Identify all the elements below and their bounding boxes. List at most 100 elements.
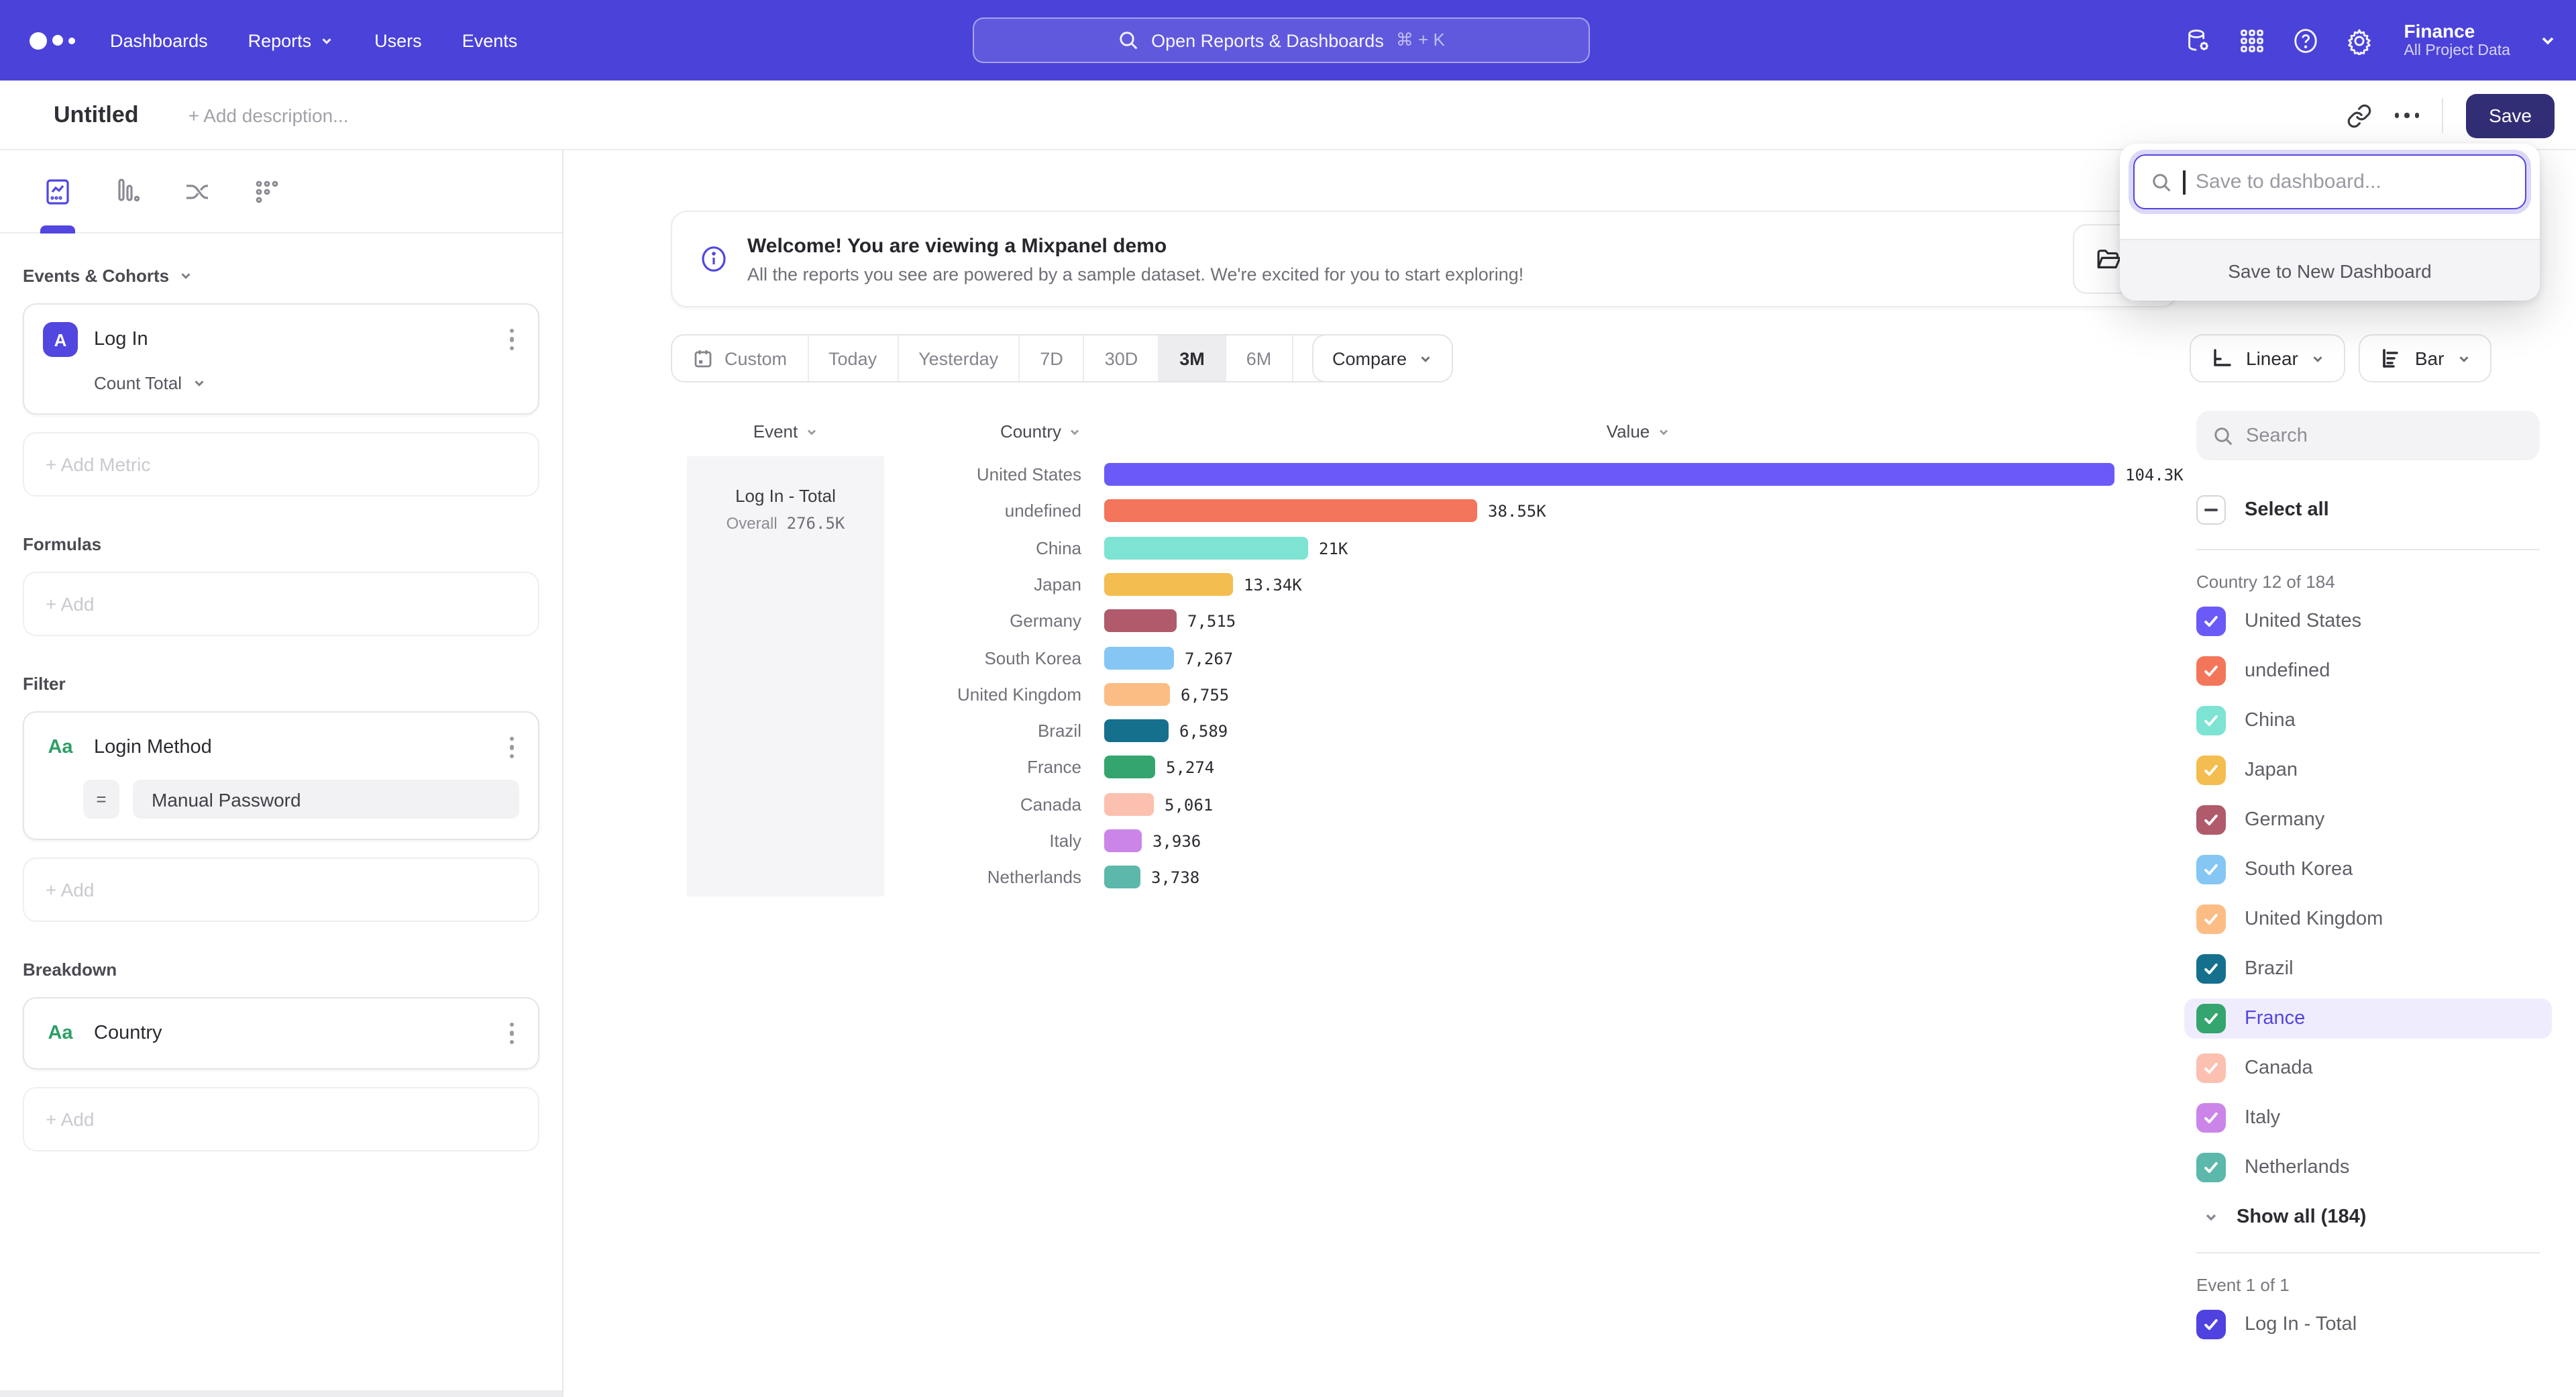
bar[interactable] (1104, 609, 1177, 632)
tab-retention[interactable] (252, 150, 282, 233)
bar[interactable] (1104, 573, 1233, 596)
range-custom[interactable]: Custom (672, 335, 808, 381)
legend-checkbox[interactable] (2196, 1103, 2226, 1133)
legend-item-united-kingdom[interactable]: United Kingdom (2184, 899, 2552, 939)
bar[interactable] (1104, 683, 1170, 706)
legend-checkbox[interactable] (2196, 1004, 2226, 1033)
range-30d[interactable]: 30D (1085, 335, 1160, 381)
save-button[interactable]: Save (2466, 93, 2555, 138)
filter-kebab-menu-icon[interactable] (504, 734, 519, 762)
apps-grid-icon[interactable] (2237, 26, 2265, 54)
bar[interactable] (1104, 500, 1477, 523)
legend-search-input[interactable]: Search (2196, 411, 2540, 460)
filter-card[interactable]: Aa Login Method = Manual Password (23, 711, 539, 840)
legend-checkbox[interactable] (2196, 904, 2226, 934)
scale-dropdown[interactable]: Linear (2190, 334, 2345, 382)
range-7d[interactable]: 7D (1020, 335, 1085, 381)
breakdown-property-name[interactable]: Country (94, 1023, 504, 1044)
add-description-field[interactable]: + Add description... (189, 104, 349, 125)
legend-checkbox[interactable] (2196, 855, 2226, 884)
formulas-label: Formulas (23, 534, 101, 554)
select-all-row[interactable]: Select all (2196, 495, 2540, 525)
nav-item-reports[interactable]: Reports (248, 30, 335, 50)
bar[interactable] (1104, 866, 1140, 889)
check-icon (2202, 761, 2220, 780)
copy-link-icon[interactable] (2346, 103, 2371, 128)
settings-gear-icon[interactable] (2345, 26, 2373, 54)
metric-card[interactable]: A Log In Count Total (23, 303, 539, 415)
metric-event-name[interactable]: Log In (94, 329, 504, 350)
legend-item-united-states[interactable]: United States (2184, 601, 2552, 641)
bar[interactable] (1104, 756, 1155, 779)
tab-flows[interactable] (182, 150, 212, 233)
help-icon[interactable] (2291, 26, 2319, 54)
mixpanel-logo-icon[interactable] (30, 32, 75, 49)
column-header-value[interactable]: Value (1504, 421, 1772, 442)
range-6m[interactable]: 6M (1226, 335, 1293, 381)
legend-checkbox[interactable] (2196, 805, 2226, 835)
legend-checkbox[interactable] (2196, 1310, 2226, 1339)
column-header-country[interactable]: Country (939, 421, 1081, 442)
tab-insights[interactable] (43, 150, 72, 233)
country-header-label: Country (1000, 421, 1061, 442)
save-dashboard-search-input[interactable]: Save to dashboard... (2133, 154, 2526, 209)
breakdown-kebab-menu-icon[interactable] (504, 1020, 519, 1047)
add-breakdown-button[interactable]: + Add (23, 1087, 539, 1151)
bar[interactable] (1104, 536, 1308, 559)
legend-item-undefined[interactable]: undefined (2184, 651, 2552, 691)
events-cohorts-header[interactable]: Events & Cohorts (23, 266, 539, 286)
add-filter-button[interactable]: + Add (23, 858, 539, 922)
metric-kebab-menu-icon[interactable] (504, 326, 519, 354)
range-yesterday[interactable]: Yesterday (898, 335, 1020, 381)
filter-operator-selector[interactable]: = (83, 780, 119, 819)
select-all-checkbox[interactable] (2196, 495, 2226, 525)
project-switcher[interactable]: Finance All Project Data (2404, 20, 2510, 60)
legend-item-south-korea[interactable]: South Korea (2184, 849, 2552, 890)
show-all-button[interactable]: Show all (184) (2196, 1206, 2540, 1228)
add-formula-button[interactable]: + Add (23, 572, 539, 636)
legend-item-germany[interactable]: Germany (2184, 800, 2552, 840)
bar[interactable] (1104, 463, 2114, 486)
add-metric-button[interactable]: + Add Metric (23, 432, 539, 497)
legend-item-netherlands[interactable]: Netherlands (2184, 1147, 2552, 1188)
legend-item-event-total[interactable]: Log In - Total (2184, 1304, 2552, 1345)
chevron-down-icon (319, 33, 334, 48)
legend-checkbox[interactable] (2196, 954, 2226, 984)
legend-item-canada[interactable]: Canada (2184, 1048, 2552, 1088)
legend-item-france[interactable]: France (2184, 998, 2552, 1039)
global-search-button[interactable]: Open Reports & Dashboards ⌘ + K (973, 17, 1590, 63)
legend-checkbox[interactable] (2196, 607, 2226, 636)
bar[interactable] (1104, 792, 1154, 815)
compare-button[interactable]: Compare (1312, 334, 1452, 382)
bar[interactable] (1104, 719, 1169, 742)
filter-value-selector[interactable]: Manual Password (133, 780, 519, 819)
metric-aggregation-dropdown[interactable]: Count Total (94, 373, 519, 393)
project-chevron-down-icon[interactable] (2538, 31, 2557, 50)
nav-item-dashboards[interactable]: Dashboards (110, 30, 208, 50)
tab-funnels[interactable] (113, 150, 142, 233)
legend-item-brazil[interactable]: Brazil (2184, 949, 2552, 989)
bar[interactable] (1104, 829, 1142, 852)
nav-item-events[interactable]: Events (462, 30, 518, 50)
range-3m[interactable]: 3M (1159, 335, 1226, 381)
save-to-new-dashboard-button[interactable]: Save to New Dashboard (2120, 239, 2540, 301)
sidebar-scrollbar-track[interactable] (0, 1390, 562, 1397)
nav-item-users[interactable]: Users (374, 30, 422, 50)
legend-checkbox[interactable] (2196, 706, 2226, 735)
legend-checkbox[interactable] (2196, 1053, 2226, 1083)
data-management-icon[interactable] (2184, 26, 2212, 54)
legend-item-china[interactable]: China (2184, 701, 2552, 741)
bar[interactable] (1104, 646, 1174, 669)
legend-item-japan[interactable]: Japan (2184, 750, 2552, 790)
report-title[interactable]: Untitled (54, 101, 139, 128)
more-options-icon[interactable] (2394, 113, 2419, 118)
range-today[interactable]: Today (808, 335, 898, 381)
breakdown-card[interactable]: Aa Country (23, 997, 539, 1070)
chart-type-dropdown[interactable]: Bar (2359, 334, 2491, 382)
filter-property-name[interactable]: Login Method (94, 737, 504, 758)
column-header-event[interactable]: Event (687, 421, 884, 442)
legend-checkbox[interactable] (2196, 756, 2226, 785)
legend-checkbox[interactable] (2196, 1153, 2226, 1182)
legend-checkbox[interactable] (2196, 656, 2226, 686)
legend-item-italy[interactable]: Italy (2184, 1098, 2552, 1138)
